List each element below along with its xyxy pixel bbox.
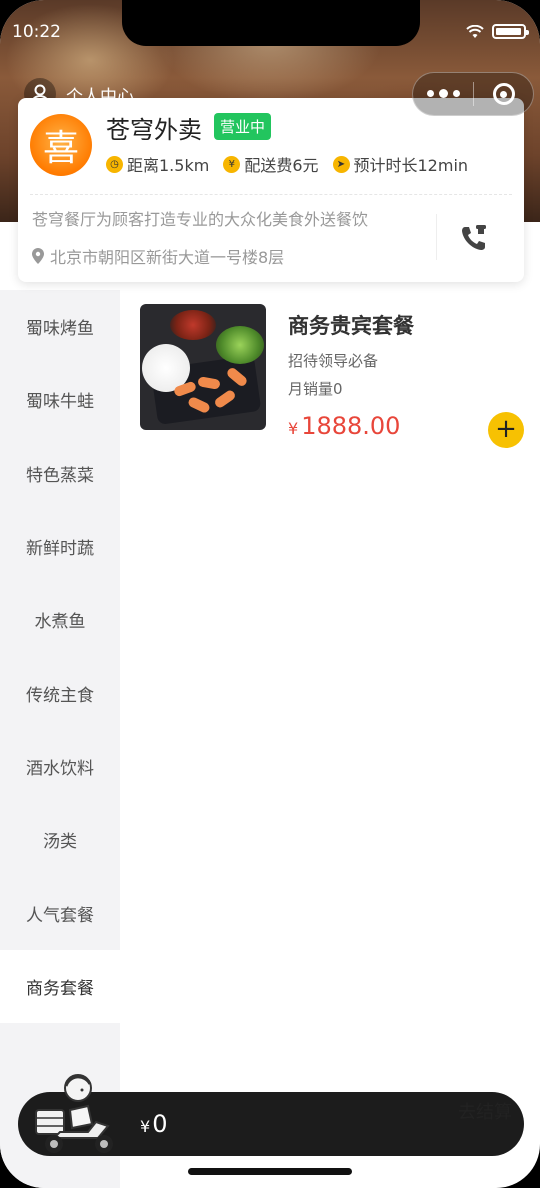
cart-total: ¥0	[140, 1110, 167, 1138]
checkout-button[interactable]: 去结算	[458, 1098, 512, 1124]
shop-logo: 喜	[30, 114, 92, 176]
add-to-cart-button[interactable]: +	[488, 412, 524, 448]
dish-monthly-sales: 月销量0	[288, 380, 343, 398]
status-icons	[466, 24, 529, 39]
dish-price-value: 1888.00	[301, 412, 401, 440]
phone-call-icon[interactable]	[458, 222, 490, 254]
shop-delivery-info: ◷ 距离1.5km ¥ 配送费6元 ➤ 预计时长12min	[106, 152, 468, 176]
category-item[interactable]: 水煮鱼	[0, 583, 120, 656]
clock-icon: ◷	[106, 155, 123, 173]
navigation-arrow-icon: ➤	[332, 155, 350, 173]
card-divider	[30, 194, 512, 195]
delivery-rider-icon	[35, 1074, 113, 1153]
dish-list-item[interactable]: 商务贵宾套餐 招待领导必备 月销量0 ¥1888.00 +	[140, 304, 524, 448]
cart-total-value: 0	[152, 1110, 168, 1138]
delivery-fee-info: ¥ 配送费6元	[223, 152, 319, 176]
wifi-icon	[466, 24, 484, 38]
open-status-badge: 营业中	[214, 113, 272, 140]
yen-icon: ¥	[223, 155, 241, 173]
distance-text: 距离1.5km	[127, 156, 210, 175]
status-time: 10:22	[12, 22, 61, 42]
miniprogram-capsule	[412, 72, 534, 116]
device-notch	[122, 0, 420, 46]
shop-address: 北京市朝阳区新街大道一号楼8层	[32, 244, 284, 268]
category-item[interactable]: 特色蒸菜	[0, 437, 120, 510]
dish-price: ¥1888.00	[288, 412, 400, 440]
category-item[interactable]: 新鲜时蔬	[0, 510, 120, 583]
phone-screen: 10:22 个人中心 喜 苍穹外卖 营业中 ◷ 距离1.5km ¥ 配送费6元	[0, 0, 540, 1188]
eta-text: 预计时长12min	[353, 156, 469, 175]
category-item[interactable]: 蜀味烤鱼	[0, 290, 120, 363]
location-pin-icon	[32, 248, 44, 264]
dish-name: 商务贵宾套餐	[288, 314, 414, 338]
close-miniprogram-icon[interactable]	[474, 83, 533, 105]
category-item-active[interactable]: 商务套餐	[0, 949, 120, 1023]
shop-address-text: 北京市朝阳区新街大道一号楼8层	[50, 248, 285, 267]
category-item[interactable]: 汤类	[0, 803, 120, 876]
eta-info: ➤ 预计时长12min	[332, 152, 469, 176]
category-item[interactable]: 蜀味牛蛙	[0, 363, 120, 436]
dish-description: 招待领导必备	[288, 352, 379, 370]
delivery-fee-text: 配送费6元	[244, 156, 319, 175]
cart-currency-symbol: ¥	[140, 1117, 151, 1136]
shop-info-card: 喜 苍穹外卖 营业中 ◷ 距离1.5km ¥ 配送费6元 ➤ 预计时长12min…	[18, 98, 524, 282]
dish-image[interactable]	[140, 304, 266, 430]
category-item[interactable]: 酒水饮料	[0, 730, 120, 803]
battery-icon	[492, 24, 529, 39]
more-menu-icon[interactable]	[413, 89, 473, 98]
category-item[interactable]: 传统主食	[0, 656, 120, 729]
category-item[interactable]: 人气套餐	[0, 876, 120, 949]
shop-name: 苍穹外卖	[106, 116, 202, 144]
category-sidebar: 蜀味烤鱼 蜀味牛蛙 特色蒸菜 新鲜时蔬 水煮鱼 传统主食 酒水饮料 汤类 人气套…	[0, 290, 120, 1188]
shop-description: 苍穹餐厅为顾客打造专业的大众化美食外送餐饮	[32, 210, 369, 229]
home-indicator	[188, 1168, 352, 1175]
distance-info: ◷ 距离1.5km	[106, 152, 209, 176]
currency-symbol: ¥	[288, 419, 299, 438]
phone-divider	[436, 214, 437, 260]
